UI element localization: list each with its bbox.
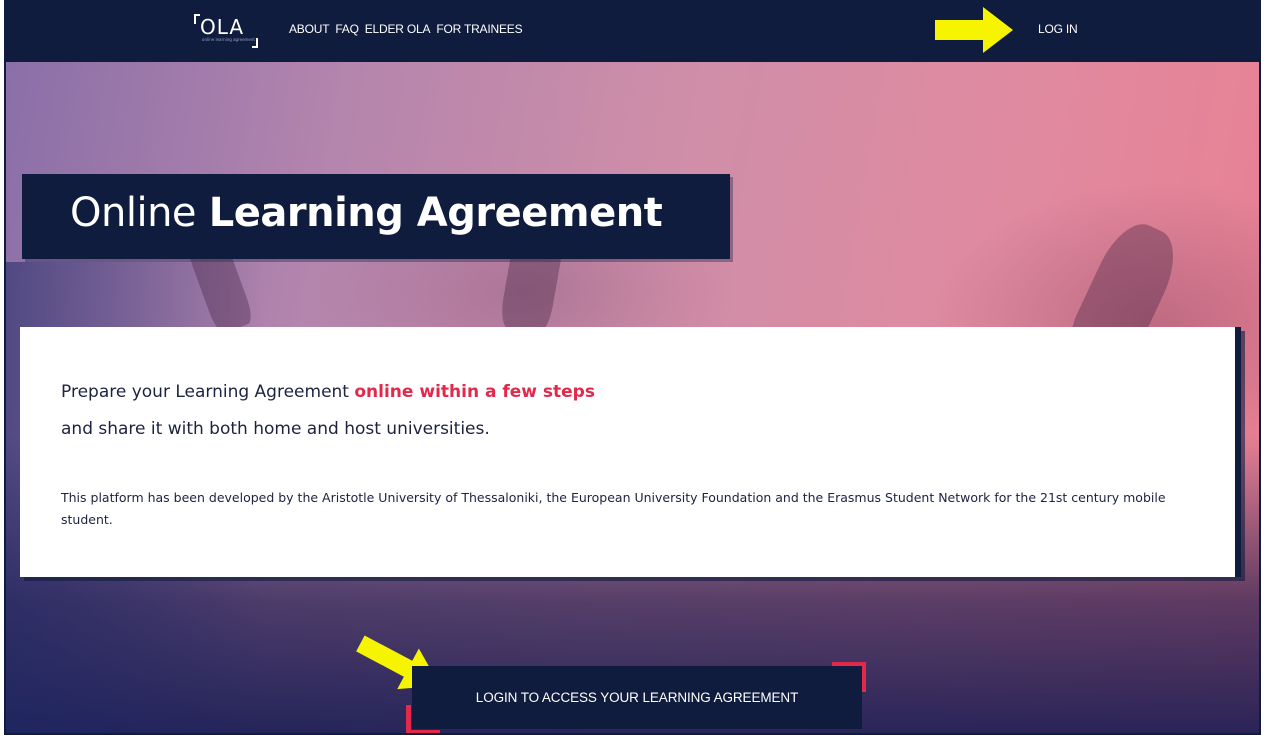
info-subheadline: and share it with both home and host uni… [61, 419, 490, 439]
nav-link-elder-ola[interactable]: ELDER OLA [365, 22, 431, 36]
info-card: Prepare your Learning Agreement online w… [20, 327, 1241, 577]
nav-link-for-trainees[interactable]: FOR TRAINEES [436, 22, 522, 36]
logo-subtitle: online learning agreement [202, 37, 255, 42]
login-access-button[interactable]: LOGIN TO ACCESS YOUR LEARNING AGREEMENT [412, 666, 862, 729]
right-arrow-icon [935, 7, 1013, 53]
page-title: Online Learning Agreement [70, 188, 663, 238]
cta-wrapper: LOGIN TO ACCESS YOUR LEARNING AGREEMENT [406, 662, 866, 733]
top-navbar: OLA online learning agreement ABOUT FAQ … [6, 2, 1259, 62]
page-title-bold: Learning Agreement [208, 190, 663, 236]
nav-links: ABOUT FAQ ELDER OLA FOR TRAINEES [289, 22, 523, 36]
info-description: This platform has been developed by the … [61, 490, 1166, 527]
info-headline: Prepare your Learning Agreement online w… [61, 382, 595, 402]
nav-link-faq[interactable]: FAQ [335, 22, 359, 36]
browser-viewport: OLA online learning agreement ABOUT FAQ … [4, 0, 1261, 735]
nav-link-about[interactable]: ABOUT [289, 22, 330, 36]
page-title-light: Online [70, 190, 197, 236]
info-headline-highlight: online within a few steps [354, 382, 595, 402]
login-link[interactable]: LOG IN [1038, 22, 1078, 36]
info-headline-prefix: Prepare your Learning Agreement [61, 382, 355, 402]
page-title-banner: Online Learning Agreement [22, 174, 730, 259]
ola-logo[interactable]: OLA online learning agreement [194, 14, 258, 48]
